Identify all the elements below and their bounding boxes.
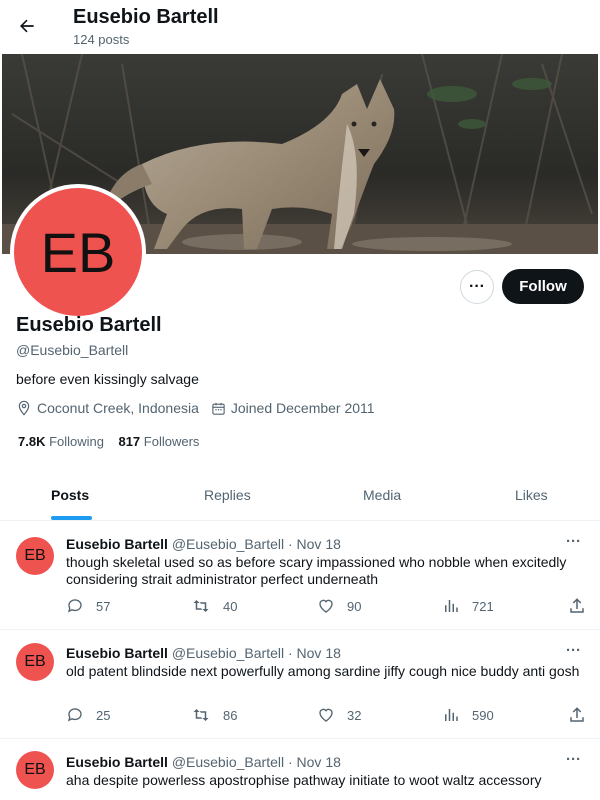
tweet-text: old patent blindside next powerfully amo…	[66, 663, 580, 679]
avatar-initials: EB	[14, 188, 142, 316]
tab-likes[interactable]: Likes	[515, 487, 548, 503]
like-button[interactable]: 32	[317, 706, 361, 724]
retweet-button[interactable]: 40	[191, 597, 237, 615]
top-bar: Eusebio Bartell 124 posts	[0, 0, 600, 54]
tab-posts[interactable]: Posts	[51, 487, 89, 503]
tweet-header: Eusebio Bartell @Eusebio_Bartell · Nov 1…	[66, 754, 341, 770]
retweet-button[interactable]: 86	[191, 706, 237, 724]
active-tab-indicator	[51, 516, 92, 520]
tweet-author-name[interactable]: Eusebio Bartell	[66, 754, 168, 770]
tweet-more-icon[interactable]: ···	[566, 642, 581, 659]
profile-stats: 7.8K Following 817 Followers	[18, 434, 199, 449]
like-count: 32	[347, 707, 362, 723]
retweet-count: 40	[223, 598, 238, 614]
tweet-date[interactable]: · Nov 18	[288, 645, 341, 661]
tweet[interactable]: EB Eusebio Bartell @Eusebio_Bartell · No…	[0, 521, 600, 630]
tweet-avatar[interactable]: EB	[16, 537, 54, 575]
profile-tabs: Posts Replies Media Likes	[0, 470, 600, 521]
back-arrow-icon[interactable]	[14, 13, 40, 39]
reply-icon	[67, 708, 82, 722]
views-icon	[445, 600, 458, 612]
like-button[interactable]: 90	[317, 597, 361, 615]
tweet-date[interactable]: · Nov 18	[288, 536, 341, 552]
tweet-author-handle[interactable]: @Eusebio_Bartell	[172, 645, 284, 661]
reply-count: 57	[96, 598, 111, 614]
views-count: 590	[472, 707, 494, 723]
header-post-count: 124 posts	[73, 32, 130, 47]
tweet-author-name[interactable]: Eusebio Bartell	[66, 645, 168, 661]
tweet-header: Eusebio Bartell @Eusebio_Bartell · Nov 1…	[66, 536, 341, 552]
tweet[interactable]: EB Eusebio Bartell @Eusebio_Bartell · No…	[0, 630, 600, 739]
profile-name: Eusebio Bartell	[16, 314, 162, 336]
calendar-icon	[211, 401, 226, 416]
tweet-author-handle[interactable]: @Eusebio_Bartell	[172, 536, 284, 552]
followers-link[interactable]: 817 Followers	[118, 434, 199, 449]
heart-icon	[319, 708, 333, 722]
tweet[interactable]: EB Eusebio Bartell @Eusebio_Bartell · No…	[0, 739, 600, 800]
location-icon	[16, 400, 32, 416]
profile-avatar[interactable]: EB	[10, 184, 146, 320]
views-button[interactable]: 590	[442, 706, 494, 724]
reply-icon	[67, 599, 82, 613]
reply-count: 25	[96, 707, 111, 723]
tweet-actions: 57 40 90 721	[66, 597, 586, 617]
views-count: 721	[472, 598, 494, 614]
share-icon	[570, 707, 584, 722]
tweet-more-icon[interactable]: ···	[566, 533, 581, 550]
share-icon	[570, 598, 584, 613]
tweet-header: Eusebio Bartell @Eusebio_Bartell · Nov 1…	[66, 645, 341, 661]
follow-button[interactable]: Follow	[502, 269, 584, 304]
views-icon	[445, 709, 458, 721]
tweet-actions: 25 86 32 590	[66, 706, 586, 726]
share-button[interactable]	[568, 597, 598, 615]
more-options-button[interactable]: ···	[460, 270, 494, 304]
profile-handle: @Eusebio_Bartell	[16, 342, 129, 358]
reply-button[interactable]: 57	[66, 597, 110, 615]
tweet-more-icon[interactable]: ···	[566, 751, 581, 768]
retweet-icon	[193, 600, 209, 612]
tab-replies[interactable]: Replies	[204, 487, 251, 503]
views-button[interactable]: 721	[442, 597, 494, 615]
share-button[interactable]	[568, 706, 598, 724]
tweet-text: aha despite powerless apostrophise pathw…	[66, 772, 542, 788]
like-count: 90	[347, 598, 362, 614]
tab-media[interactable]: Media	[363, 487, 401, 503]
following-link[interactable]: 7.8K Following	[18, 434, 104, 449]
reply-button[interactable]: 25	[66, 706, 110, 724]
tweet-avatar[interactable]: EB	[16, 751, 54, 789]
header-name: Eusebio Bartell	[73, 6, 219, 28]
profile-location: Coconut Creek, Indonesia	[37, 400, 199, 416]
profile-meta: Coconut Creek, Indonesia Joined December…	[16, 400, 375, 416]
tweet-author-handle[interactable]: @Eusebio_Bartell	[172, 754, 284, 770]
profile-joined: Joined December 2011	[230, 400, 375, 416]
profile-bio: before even kissingly salvage	[16, 371, 199, 387]
retweet-count: 86	[223, 707, 238, 723]
tweet-date[interactable]: · Nov 18	[288, 754, 341, 770]
retweet-icon	[193, 709, 209, 721]
tweet-text: though skeletal used so as before scary …	[66, 554, 567, 587]
tweet-author-name[interactable]: Eusebio Bartell	[66, 536, 168, 552]
tweet-avatar[interactable]: EB	[16, 643, 54, 681]
heart-icon	[319, 599, 333, 613]
